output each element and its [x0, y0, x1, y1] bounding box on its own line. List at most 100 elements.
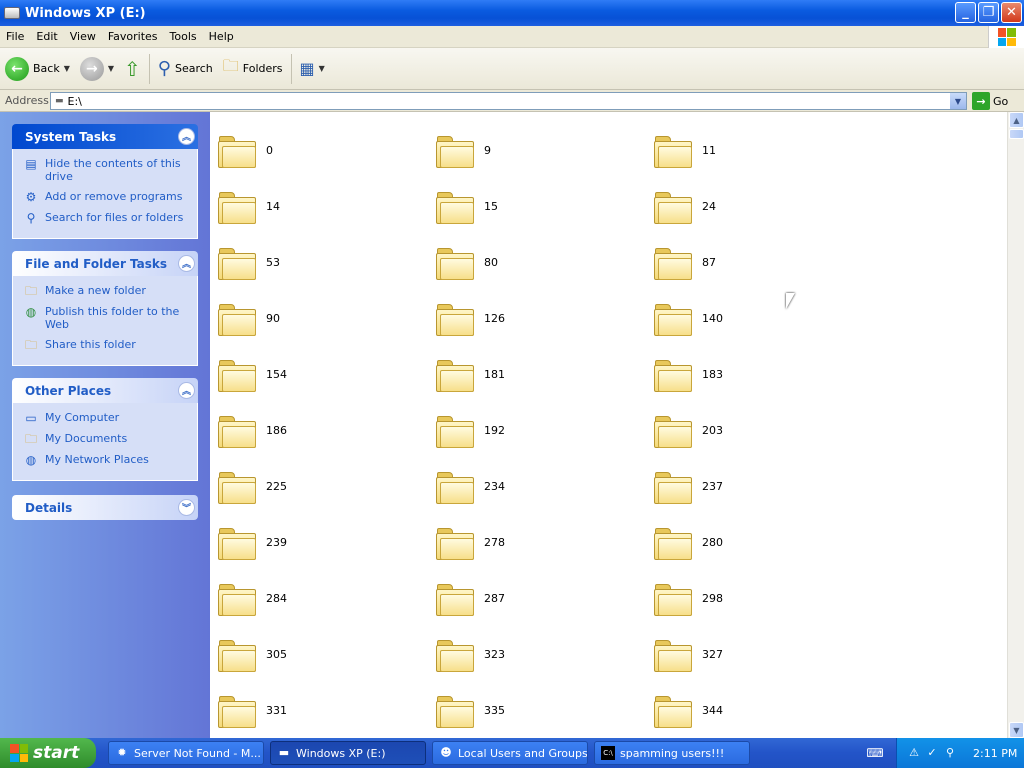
folder-name: 15 [484, 199, 498, 213]
folder-item[interactable]: 24 [654, 178, 872, 234]
scroll-down-button[interactable]: ▼ [1009, 722, 1024, 738]
minimize-button[interactable]: _ [955, 2, 976, 23]
folder-item[interactable]: 0 [218, 122, 436, 178]
folder-item[interactable]: 305 [218, 626, 436, 682]
up-button[interactable]: ⇧ [119, 51, 146, 87]
folder-item[interactable]: 284 [218, 570, 436, 626]
collapse-icon[interactable]: ︽ [178, 128, 195, 145]
start-button[interactable]: start [0, 738, 96, 768]
details-header[interactable]: Details ︾ [12, 495, 198, 520]
search-tray-icon[interactable]: ⚲ [943, 746, 957, 760]
window-title: Windows XP (E:) [25, 5, 146, 21]
documents-icon: 🗀 [24, 432, 37, 446]
scroll-up-button[interactable]: ▲ [1009, 112, 1024, 128]
add-remove-programs-link[interactable]: ⚙ Add or remove programs [23, 190, 193, 204]
back-dropdown-icon[interactable]: ▼ [64, 64, 70, 73]
folder-item[interactable]: 140 [654, 290, 872, 346]
menu-tools[interactable]: Tools [164, 30, 203, 43]
folder-item[interactable]: 87 [654, 234, 872, 290]
menu-help[interactable]: Help [203, 30, 240, 43]
forward-dropdown-icon[interactable]: ▼ [108, 64, 114, 73]
search-button[interactable]: ⚲ Search [153, 51, 218, 87]
folder-icon [218, 412, 256, 448]
folder-item[interactable]: 154 [218, 346, 436, 402]
expand-icon[interactable]: ︾ [178, 499, 195, 516]
folder-item[interactable]: 239 [218, 514, 436, 570]
file-folder-tasks-header[interactable]: File and Folder Tasks ︽ [12, 251, 198, 276]
menu-file[interactable]: File [0, 30, 30, 43]
folder-item[interactable]: 234 [436, 458, 654, 514]
folder-item[interactable]: 278 [436, 514, 654, 570]
folder-name: 331 [266, 703, 287, 717]
my-computer-link[interactable]: ▭ My Computer [23, 411, 193, 425]
folder-icon [436, 300, 474, 336]
folder-item[interactable]: 323 [436, 626, 654, 682]
folder-item[interactable]: 186 [218, 402, 436, 458]
folder-item[interactable]: 192 [436, 402, 654, 458]
search-files-link[interactable]: ⚲ Search for files or folders [23, 211, 193, 225]
task-windows-xp-e[interactable]: ▬ Windows XP (E:) [270, 741, 426, 765]
keyboard-icon[interactable]: ⌨ [866, 746, 884, 760]
folder-item[interactable]: 225 [218, 458, 436, 514]
my-documents-link[interactable]: 🗀 My Documents [23, 432, 193, 446]
folder-item[interactable]: 126 [436, 290, 654, 346]
folder-item[interactable]: 287 [436, 570, 654, 626]
folder-item[interactable]: 344 [654, 682, 872, 738]
folder-item[interactable]: 90 [218, 290, 436, 346]
my-network-places-link[interactable]: ◍ My Network Places [23, 453, 193, 467]
views-button[interactable]: ▦ ▼ [295, 51, 330, 87]
system-tasks-header[interactable]: System Tasks ︽ [12, 124, 198, 149]
go-button[interactable]: → Go [972, 92, 1008, 110]
folder-item[interactable]: 335 [436, 682, 654, 738]
forward-button[interactable]: → ▼ [75, 51, 119, 87]
address-input[interactable]: ▬ E:\ ▼ [50, 92, 967, 110]
folder-name: 140 [702, 311, 723, 325]
share-folder-link[interactable]: 🗀 Share this folder [23, 338, 193, 352]
folder-item[interactable]: 280 [654, 514, 872, 570]
make-new-folder-link[interactable]: 🗀 Make a new folder [23, 284, 193, 298]
clock[interactable]: 2:11 PM [973, 747, 1017, 760]
address-dropdown-icon[interactable]: ▼ [950, 93, 966, 109]
menu-favorites[interactable]: Favorites [102, 30, 164, 43]
menu-view[interactable]: View [64, 30, 102, 43]
folder-item[interactable]: 11 [654, 122, 872, 178]
close-button[interactable]: ✕ [1001, 2, 1022, 23]
folder-icon [654, 580, 692, 616]
folder-icon [436, 636, 474, 672]
folder-item[interactable]: 53 [218, 234, 436, 290]
folder-item[interactable]: 80 [436, 234, 654, 290]
scroll-thumb[interactable] [1009, 129, 1024, 139]
hide-drive-contents-link[interactable]: ▤ Hide the contents of this drive [23, 157, 193, 183]
folder-item[interactable]: 15 [436, 178, 654, 234]
folder-item[interactable]: 183 [654, 346, 872, 402]
folder-name: 234 [484, 479, 505, 493]
folder-icon [436, 468, 474, 504]
collapse-icon[interactable]: ︽ [178, 255, 195, 272]
folder-icon [218, 524, 256, 560]
task-server-not-found[interactable]: ✹ Server Not Found - M... [108, 741, 264, 765]
folder-item[interactable]: 327 [654, 626, 872, 682]
collapse-icon[interactable]: ︽ [178, 382, 195, 399]
menu-edit[interactable]: Edit [30, 30, 63, 43]
task-spamming-users[interactable]: C:\ spamming users!!! [594, 741, 750, 765]
title-bar[interactable]: Windows XP (E:) _ ❐ ✕ [0, 0, 1024, 26]
folder-item[interactable]: 9 [436, 122, 654, 178]
file-folder-tasks-panel: File and Folder Tasks ︽ 🗀 Make a new fold… [12, 251, 198, 366]
folder-item[interactable]: 14 [218, 178, 436, 234]
back-button[interactable]: ← Back ▼ [0, 51, 75, 87]
task-local-users-groups[interactable]: ☻ Local Users and Groups [432, 741, 588, 765]
folder-item[interactable]: 203 [654, 402, 872, 458]
folders-button[interactable]: 🗀 Folders [218, 51, 288, 87]
users-icon: ☻ [440, 746, 452, 759]
folder-item[interactable]: 181 [436, 346, 654, 402]
vertical-scrollbar[interactable]: ▲ ▼ [1007, 112, 1024, 738]
maximize-button[interactable]: ❐ [978, 2, 999, 23]
folder-item[interactable]: 298 [654, 570, 872, 626]
other-places-header[interactable]: Other Places ︽ [12, 378, 198, 403]
folder-item[interactable]: 331 [218, 682, 436, 738]
publish-folder-link[interactable]: ◍ Publish this folder to the Web [23, 305, 193, 331]
go-label: Go [993, 94, 1009, 108]
security-tray-icon[interactable]: ✓ [925, 746, 939, 760]
network-tray-icon[interactable]: ⚠ [907, 746, 921, 760]
folder-item[interactable]: 237 [654, 458, 872, 514]
